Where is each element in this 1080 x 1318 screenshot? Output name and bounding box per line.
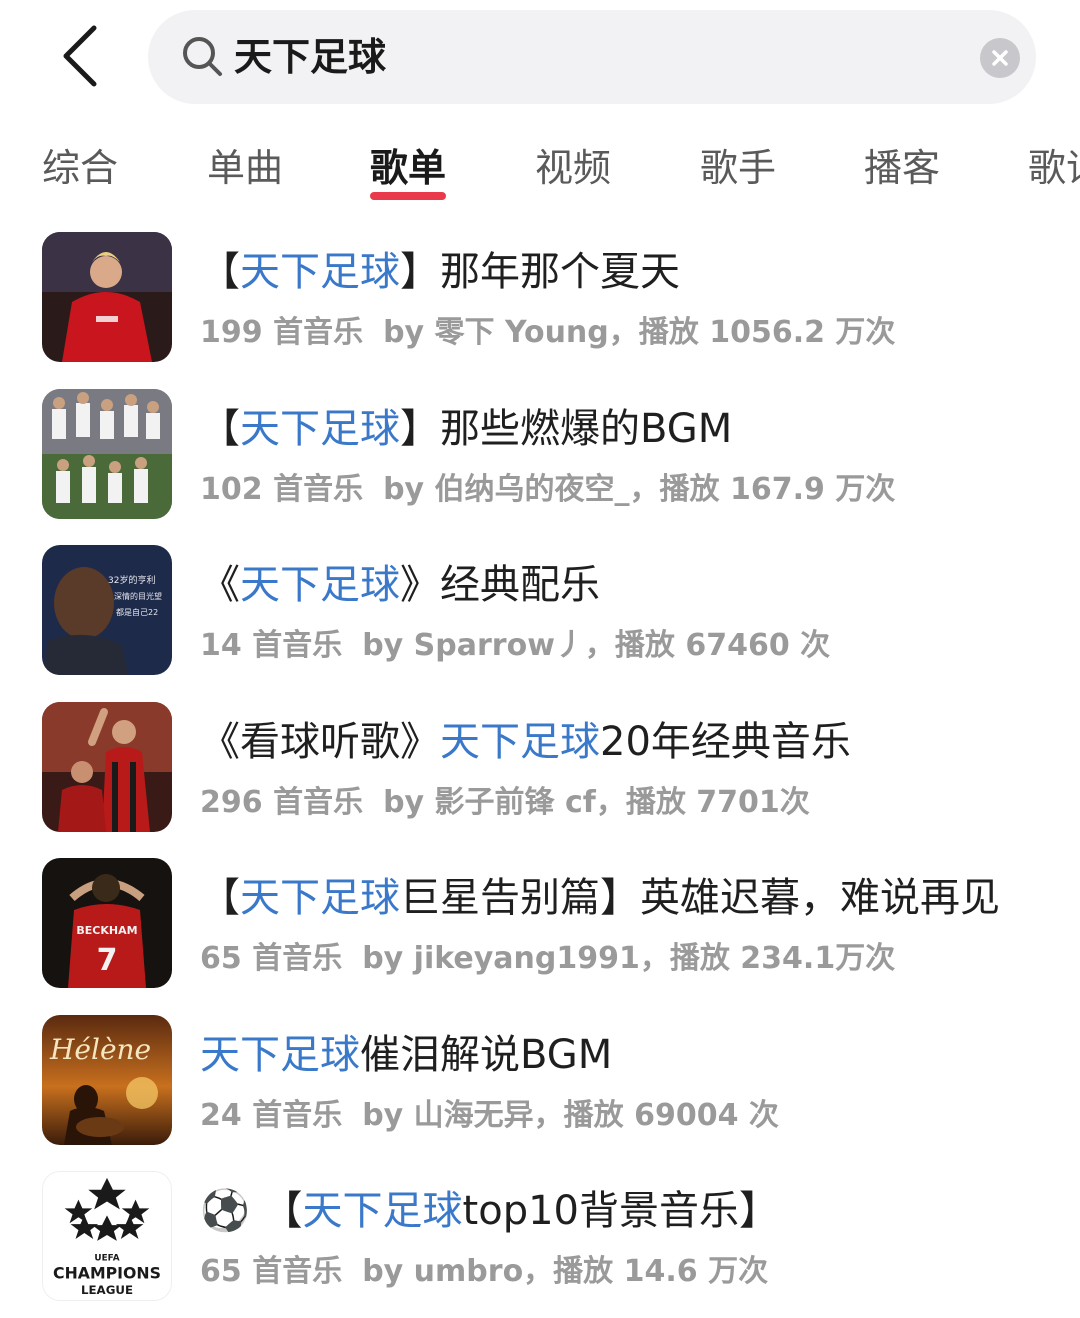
team-collage-cover [42,388,172,519]
tab-lyrics[interactable]: 歌词 [1028,142,1080,202]
playlist-title: 【天下足球巨星告别篇】英雄迟暮，难说再见 [200,875,1000,921]
tab-label: 播客 [864,146,941,190]
players-celebrating-cover [42,701,172,832]
tab-label: 歌手 [700,146,777,190]
playlist-item[interactable]: Hélène 天下足球催泪解说BGM 24 首音乐 by 山海无异，播放 6900… [0,1005,1080,1162]
playlist-meta: 24 首音乐 by 山海无异，播放 69004 次 [200,1097,779,1133]
playlist-item[interactable]: BECKHAM 7 【天下足球巨星告别篇】英雄迟暮，难说再见 65 首音乐 by … [0,848,1080,1005]
playlist-meta: 14 首音乐 by Sparrow丿，播放 67460 次 [200,628,831,663]
cover-caption-line: Hélène [49,1033,151,1066]
cover-caption-line: LEAGUE [81,1283,133,1297]
cover-caption-line: 7 [97,943,118,978]
helene-album-cover: Hélène [42,1014,172,1145]
playlist-meta: 199 首音乐 by 零下 Young，播放 1056.2 万次 [200,315,896,350]
search-input[interactable]: 天下足球 [148,10,1036,104]
close-icon [992,50,1008,66]
search-header: 天下足球 [0,0,1080,112]
tab-label: 综合 [42,146,119,190]
category-tabs: 综合 单曲 歌单 视频 歌手 播客 歌词 [0,112,1080,212]
playlist-title: 天下足球催泪解说BGM [200,1031,613,1078]
playlist-title: ⚽ 【天下足球top10背景音乐】 [200,1188,779,1234]
champions-league-logo-cover: UEFA CHAMPIONS LEAGUE [42,1171,172,1301]
cover-caption-line: UEFA [94,1254,119,1264]
cover-caption-line: CHAMPIONS [53,1263,161,1282]
playlist-meta: 296 首音乐 by 影子前锋 cf，播放 7701次 [200,784,810,820]
tab-podcasts[interactable]: 播客 [864,142,940,202]
back-button[interactable] [54,22,114,90]
clear-search-button[interactable] [980,38,1020,78]
jersey-back-cover: BECKHAM 7 [42,858,172,988]
cover-caption-line: 都是自己22 [116,607,158,617]
active-tab-indicator [370,192,447,200]
playlist-meta: 65 首音乐 by umbro，播放 14.6 万次 [200,1254,769,1289]
cover-caption-line: BECKHAM [76,924,137,937]
playlist-item[interactable]: UEFA CHAMPIONS LEAGUE ⚽ 【天下足球top10背景音乐】 … [0,1161,1080,1318]
playlist-title: 《看球听歌》天下足球20年经典音乐 [200,718,851,765]
search-icon [183,37,222,76]
playlist-item[interactable]: 《看球听歌》天下足球20年经典音乐 296 首音乐 by 影子前锋 cf，播放 7… [0,692,1080,849]
tab-songs[interactable]: 单曲 [207,142,283,202]
tab-artists[interactable]: 歌手 [700,142,776,202]
tab-playlists[interactable]: 歌单 [370,142,447,202]
tab-label: 单曲 [207,146,284,190]
player-red-jersey-cover [42,232,172,362]
chevron-left-icon [63,25,97,87]
playlist-item[interactable]: 32岁的亨利 深情的目光望 都是自己22 《天下足球》经典配乐 14 首音乐 by… [0,535,1080,692]
playlist-results: 【天下足球】那年那个夏天 199 首音乐 by 零下 Young，播放 1056.… [0,222,1080,1318]
playlist-title: 【天下足球】那年那个夏天 [200,249,680,295]
tab-label: 歌单 [370,146,447,190]
tab-label: 视频 [535,146,612,190]
playlist-item[interactable]: 【天下足球】那些燃爆的BGM 102 首音乐 by 伯纳乌的夜空_，播放 167.… [0,379,1080,536]
playlist-title: 【天下足球】那些燃爆的BGM [200,405,733,452]
search-query[interactable]: 天下足球 [234,10,386,104]
playlist-title: 《天下足球》经典配乐 [200,562,600,608]
cover-caption-line: 32岁的亨利 [108,574,155,586]
playlist-meta: 102 首音乐 by 伯纳乌的夜空_，播放 167.9 万次 [200,471,896,507]
cover-caption-line: 深情的目光望 [114,591,162,601]
player-portrait-cover: 32岁的亨利 深情的目光望 都是自己22 [42,545,172,675]
tab-comprehensive[interactable]: 综合 [42,142,118,202]
tab-videos[interactable]: 视频 [535,142,611,202]
playlist-meta: 65 首音乐 by jikeyang1991，播放 234.1万次 [200,941,896,976]
playlist-item[interactable]: 【天下足球】那年那个夏天 199 首音乐 by 零下 Young，播放 1056.… [0,222,1080,379]
tab-label: 歌词 [1028,146,1080,190]
